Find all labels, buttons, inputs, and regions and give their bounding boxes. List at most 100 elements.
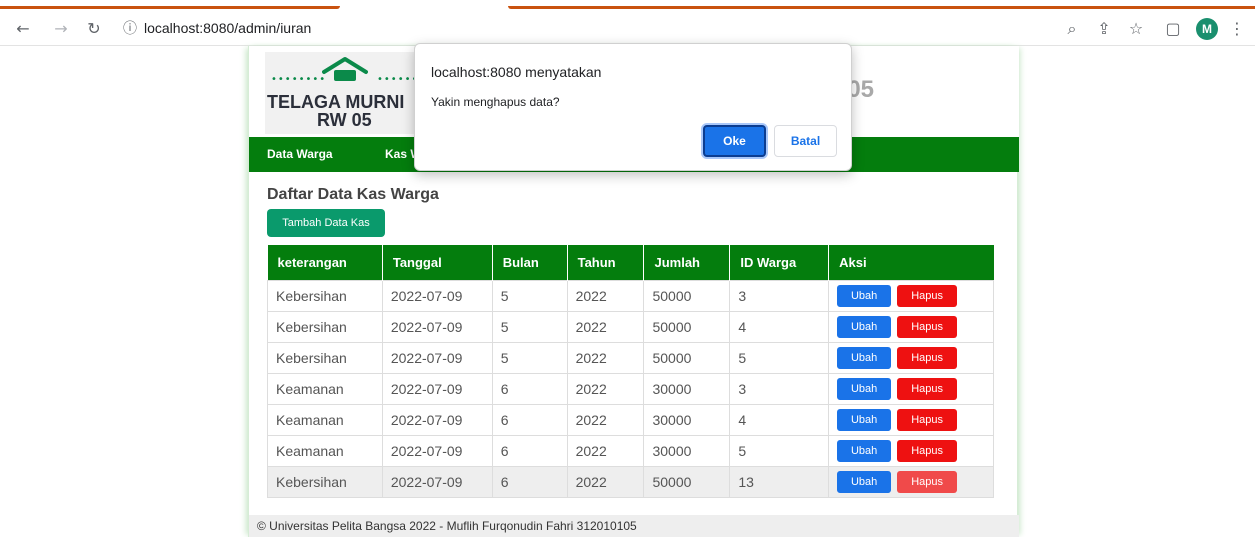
table-cell: Keamanan [267, 434, 383, 467]
table-cell: 5 [491, 310, 568, 343]
table-body: Kebersihan 2022-07-09 5 2022 50000 3 Ubah Hapus… [267, 279, 994, 498]
table-cell: 3 [729, 279, 830, 312]
edit-button[interactable]: Ubah [837, 377, 892, 400]
edit-button[interactable]: Ubah [837, 315, 892, 338]
column-header: Jumlah [643, 245, 731, 280]
table-cell: 6 [491, 372, 568, 405]
action-cell: Ubah Hapus [828, 403, 994, 436]
table-cell: Kebersihan [267, 465, 383, 498]
back-arrow-icon[interactable]: ← [12, 18, 34, 40]
address-bar[interactable]: ⓘ localhost:8080/admin/iuran [112, 16, 1042, 42]
table-cell: Keamanan [267, 372, 383, 405]
column-header: Tahun [567, 245, 645, 280]
logo-subtitle: RW 05 [317, 110, 372, 130]
delete-button[interactable]: Hapus [897, 284, 958, 307]
edit-button[interactable]: Ubah [837, 470, 892, 493]
profile-avatar[interactable]: M [1196, 18, 1218, 40]
table-cell: 2022 [566, 372, 645, 405]
column-header: Bulan [492, 245, 568, 280]
delete-button[interactable]: Hapus [897, 439, 958, 462]
logo: •••••••• •••••••• TELAGA MURNI RW 05 [265, 52, 431, 134]
table-cell: 6 [491, 403, 568, 436]
table-cell: 5 [729, 341, 830, 374]
table-cell: 3 [729, 372, 830, 405]
logo-dots-left: •••••••• [271, 74, 327, 85]
table-cell: 30000 [643, 403, 731, 436]
table-row: Keamanan 2022-07-09 6 2022 30000 3 Ubah Hapus [267, 372, 994, 405]
table-cell: 2022-07-09 [381, 279, 493, 312]
table-cell: 5 [491, 341, 568, 374]
column-header: Tanggal [382, 245, 493, 280]
table-row: Kebersihan 2022-07-09 5 2022 50000 3 Ubah Hapus [267, 279, 994, 312]
delete-button[interactable]: Hapus [897, 408, 958, 431]
table-cell: 2022 [566, 403, 645, 436]
column-header: Aksi [828, 245, 994, 280]
table-cell: 2022-07-09 [381, 403, 493, 436]
edit-button[interactable]: Ubah [837, 408, 892, 431]
delete-button[interactable]: Hapus [897, 315, 958, 338]
url-text[interactable]: localhost:8080/admin/iuran [144, 20, 311, 36]
page-title: Daftar Data Kas Warga [267, 186, 439, 203]
house-roof-icon [322, 57, 368, 81]
edit-button[interactable]: Ubah [837, 346, 892, 369]
sidepanel-icon[interactable]: ▢ [1162, 18, 1184, 40]
action-cell: Ubah Hapus [828, 279, 994, 312]
nav-item-data-warga[interactable]: Data Warga [267, 147, 333, 161]
browser-toolbar: ← → ↻ ⓘ localhost:8080/admin/iuran ⌕ ⇪ ☆… [0, 12, 1255, 46]
info-icon[interactable]: ⓘ [120, 19, 140, 39]
tab-accent-right [508, 6, 1255, 9]
table-row: Keamanan 2022-07-09 6 2022 30000 4 Ubah Hapus [267, 403, 994, 436]
table-cell: 4 [729, 403, 830, 436]
table-cell: 2022 [566, 310, 645, 343]
table-cell: 2022 [566, 279, 645, 312]
action-cell: Ubah Hapus [828, 465, 994, 498]
footer-text: © Universitas Pelita Bangsa 2022 - Mufli… [257, 519, 637, 533]
table-cell: 2022-07-09 [381, 372, 493, 405]
action-cell: Ubah Hapus [828, 372, 994, 405]
dialog-message: Yakin menghapus data? [431, 95, 560, 109]
menu-icon[interactable]: ⋮ [1226, 18, 1248, 40]
edit-button[interactable]: Ubah [837, 439, 892, 462]
delete-button[interactable]: Hapus [897, 377, 958, 400]
table-cell: 4 [729, 310, 830, 343]
edit-button[interactable]: Ubah [837, 284, 892, 307]
action-cell: Ubah Hapus [828, 310, 994, 343]
action-cell: Ubah Hapus [828, 341, 994, 374]
table-cell: 5 [491, 279, 568, 312]
table-header-row: keterangan Tanggal Bulan Tahun Jumlah ID… [267, 245, 994, 280]
add-kas-button[interactable]: Tambah Data Kas [267, 209, 385, 237]
footer: © Universitas Pelita Bangsa 2022 - Mufli… [249, 515, 1019, 537]
table-row: Kebersihan 2022-07-09 5 2022 50000 5 Ubah Hapus [267, 341, 994, 374]
zoom-icon[interactable]: ⌕ [1061, 18, 1083, 40]
share-icon[interactable]: ⇪ [1093, 18, 1115, 40]
table-cell: 5 [729, 434, 830, 467]
table-cell: Kebersihan [267, 279, 383, 312]
confirm-dialog: localhost:8080 menyatakan Yakin menghapu… [414, 43, 852, 171]
action-cell: Ubah Hapus [828, 434, 994, 467]
column-header: ID Warga [729, 245, 830, 280]
table-cell: Keamanan [267, 403, 383, 436]
reload-icon[interactable]: ↻ [83, 18, 105, 40]
table-cell: Kebersihan [267, 341, 383, 374]
kas-table: keterangan Tanggal Bulan Tahun Jumlah ID… [267, 245, 994, 498]
dialog-title: localhost:8080 menyatakan [431, 64, 602, 80]
table-cell: 2022-07-09 [381, 465, 493, 498]
table-cell: 2022 [566, 465, 645, 498]
table-cell: 2022-07-09 [381, 434, 493, 467]
delete-button[interactable]: Hapus [897, 470, 958, 493]
table-cell: 50000 [643, 341, 731, 374]
delete-button[interactable]: Hapus [897, 346, 958, 369]
forward-arrow-icon[interactable]: → [50, 18, 72, 40]
table-row: Kebersihan 2022-07-09 6 2022 50000 13 Ubah Hapu… [267, 465, 994, 498]
dialog-cancel-button[interactable]: Batal [774, 125, 837, 157]
tab-accent-left [0, 6, 340, 9]
table-cell: 2022 [566, 434, 645, 467]
table-cell: 50000 [643, 310, 731, 343]
star-icon[interactable]: ☆ [1125, 18, 1147, 40]
table-cell: 6 [491, 434, 568, 467]
table-cell: 50000 [643, 279, 731, 312]
table-cell: Kebersihan [267, 310, 383, 343]
table-row: Keamanan 2022-07-09 6 2022 30000 5 Ubah Hapus [267, 434, 994, 467]
column-header: keterangan [267, 245, 383, 280]
dialog-ok-button[interactable]: Oke [703, 125, 766, 157]
